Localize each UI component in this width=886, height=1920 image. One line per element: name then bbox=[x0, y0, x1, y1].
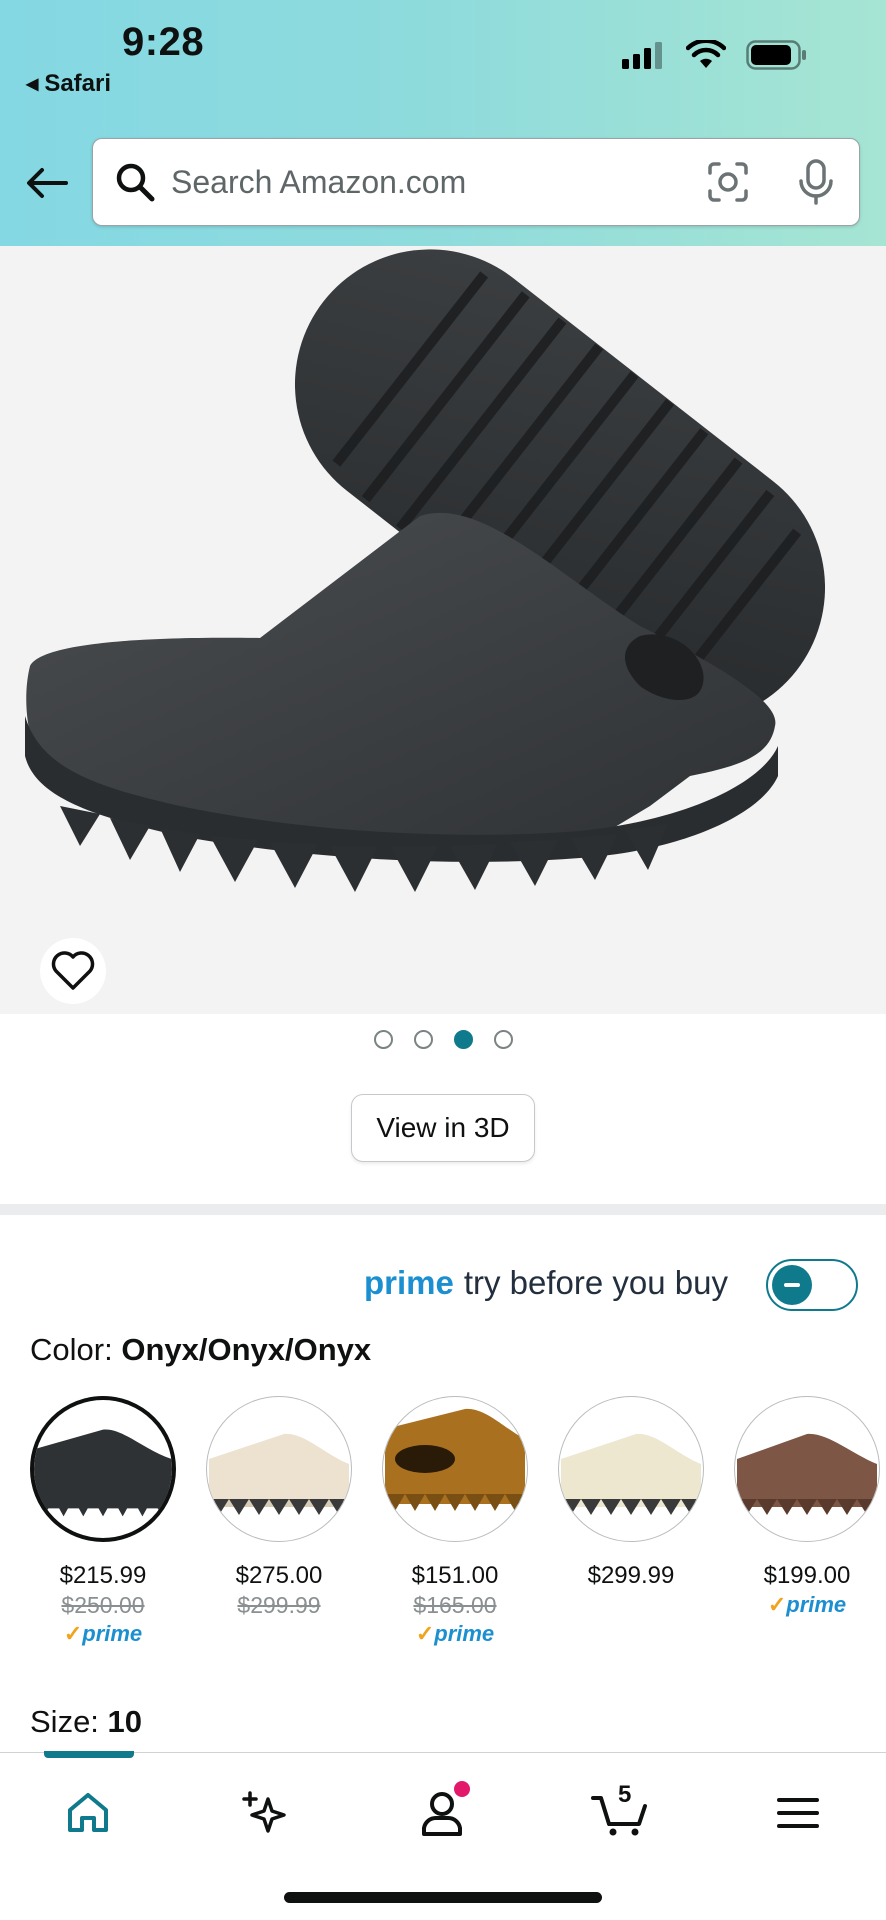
color-swatch-bone[interactable]: $275.00 $299.99 bbox=[206, 1396, 352, 1619]
swatch-image bbox=[30, 1396, 176, 1542]
back-triangle-icon: ◀ bbox=[26, 76, 39, 93]
size-selector-label: Size: 10 bbox=[30, 1704, 142, 1740]
cart-count: 5 bbox=[618, 1781, 632, 1808]
hamburger-menu-icon bbox=[777, 1798, 819, 1828]
heart-icon bbox=[51, 951, 95, 990]
check-icon: ✓ bbox=[63, 1621, 83, 1646]
prime-try-before-you-buy: prime try before you buy bbox=[364, 1264, 728, 1302]
notification-dot bbox=[454, 1781, 470, 1797]
selected-size: 10 bbox=[107, 1704, 143, 1739]
check-icon: ✓ bbox=[415, 1621, 435, 1646]
nav-rufus-ai[interactable] bbox=[234, 1783, 294, 1843]
cellular-signal-icon bbox=[622, 42, 662, 69]
swatch-price: $275.00 bbox=[235, 1562, 323, 1589]
color-label-prefix: Color: bbox=[30, 1332, 113, 1367]
microphone-icon[interactable] bbox=[797, 159, 835, 210]
nav-cart[interactable]: 5 bbox=[590, 1781, 650, 1843]
section-divider bbox=[0, 1204, 886, 1215]
back-arrow-button[interactable] bbox=[24, 160, 70, 206]
product-image[interactable] bbox=[0, 246, 886, 1014]
home-icon bbox=[68, 1793, 108, 1832]
search-input[interactable] bbox=[171, 163, 671, 201]
back-to-safari[interactable]: ◀ Safari bbox=[26, 70, 111, 98]
color-swatch-flax[interactable]: $199.00 ✓prime bbox=[734, 1396, 880, 1618]
search-icon bbox=[113, 160, 157, 204]
swatch-image bbox=[206, 1396, 352, 1542]
nav-menu[interactable] bbox=[768, 1783, 828, 1843]
gallery-dot[interactable] bbox=[493, 1030, 513, 1049]
selected-color-name: Onyx/Onyx/Onyx bbox=[121, 1332, 372, 1367]
size-label-prefix: Size: bbox=[30, 1704, 99, 1739]
swatch-price: $151.00 bbox=[411, 1562, 499, 1589]
prime-badge: ✓prime bbox=[767, 1592, 847, 1617]
prime-try-label: try before you buy bbox=[463, 1264, 728, 1301]
swatch-was-price: $299.99 bbox=[237, 1592, 321, 1618]
header: 9:28 ◀ Safari bbox=[0, 0, 886, 246]
prime-badge: ✓prime bbox=[63, 1621, 143, 1646]
back-app-label: Safari bbox=[44, 70, 112, 97]
swatch-image bbox=[382, 1396, 528, 1542]
nav-account[interactable] bbox=[412, 1781, 472, 1843]
user-icon bbox=[422, 1792, 462, 1836]
nav-home[interactable] bbox=[58, 1783, 118, 1843]
color-swatch-onyx[interactable]: $215.99 $250.00 ✓prime bbox=[30, 1396, 176, 1647]
color-swatch-pure[interactable]: $299.99 bbox=[558, 1396, 704, 1590]
sparkle-icon bbox=[242, 1791, 286, 1833]
toggle-knob bbox=[772, 1265, 812, 1305]
swatch-image bbox=[558, 1396, 704, 1542]
gallery-dot[interactable] bbox=[373, 1030, 393, 1049]
swatch-was-price: $165.00 bbox=[413, 1592, 497, 1618]
gallery-pagination bbox=[0, 1030, 886, 1049]
slide-sandal-illustration bbox=[25, 249, 826, 892]
swatch-price: $215.99 bbox=[59, 1562, 147, 1589]
swatch-was-price: $250.00 bbox=[61, 1592, 145, 1618]
active-tab-indicator bbox=[44, 1751, 134, 1758]
status-icons bbox=[622, 40, 808, 70]
color-selector-label: Color: Onyx/Onyx/Onyx bbox=[30, 1332, 371, 1368]
battery-icon bbox=[746, 40, 806, 70]
status-time: 9:28 bbox=[122, 20, 205, 64]
arrow-left-icon bbox=[27, 168, 68, 198]
color-swatch-ochre[interactable]: $151.00 $165.00 ✓prime bbox=[382, 1396, 528, 1647]
wishlist-button[interactable] bbox=[40, 938, 106, 1004]
swatch-price: $299.99 bbox=[587, 1562, 675, 1589]
swatch-image bbox=[734, 1396, 880, 1542]
swatch-price: $199.00 bbox=[763, 1562, 851, 1589]
check-icon: ✓ bbox=[767, 1592, 787, 1617]
gallery-dot[interactable] bbox=[413, 1030, 433, 1049]
prime-badge: ✓prime bbox=[415, 1621, 495, 1646]
camera-search-icon[interactable] bbox=[707, 161, 749, 208]
gallery-dot-active[interactable] bbox=[453, 1030, 473, 1049]
color-swatches: $215.99 $250.00 ✓prime $275.00 $299.99 $… bbox=[30, 1396, 886, 1656]
search-bar[interactable] bbox=[92, 138, 860, 226]
prime-logo-text: prime bbox=[363, 1264, 454, 1301]
home-indicator bbox=[284, 1892, 602, 1903]
prime-try-toggle[interactable] bbox=[766, 1259, 858, 1311]
view-in-3d-button[interactable]: View in 3D bbox=[351, 1094, 535, 1162]
wifi-icon bbox=[686, 40, 726, 68]
